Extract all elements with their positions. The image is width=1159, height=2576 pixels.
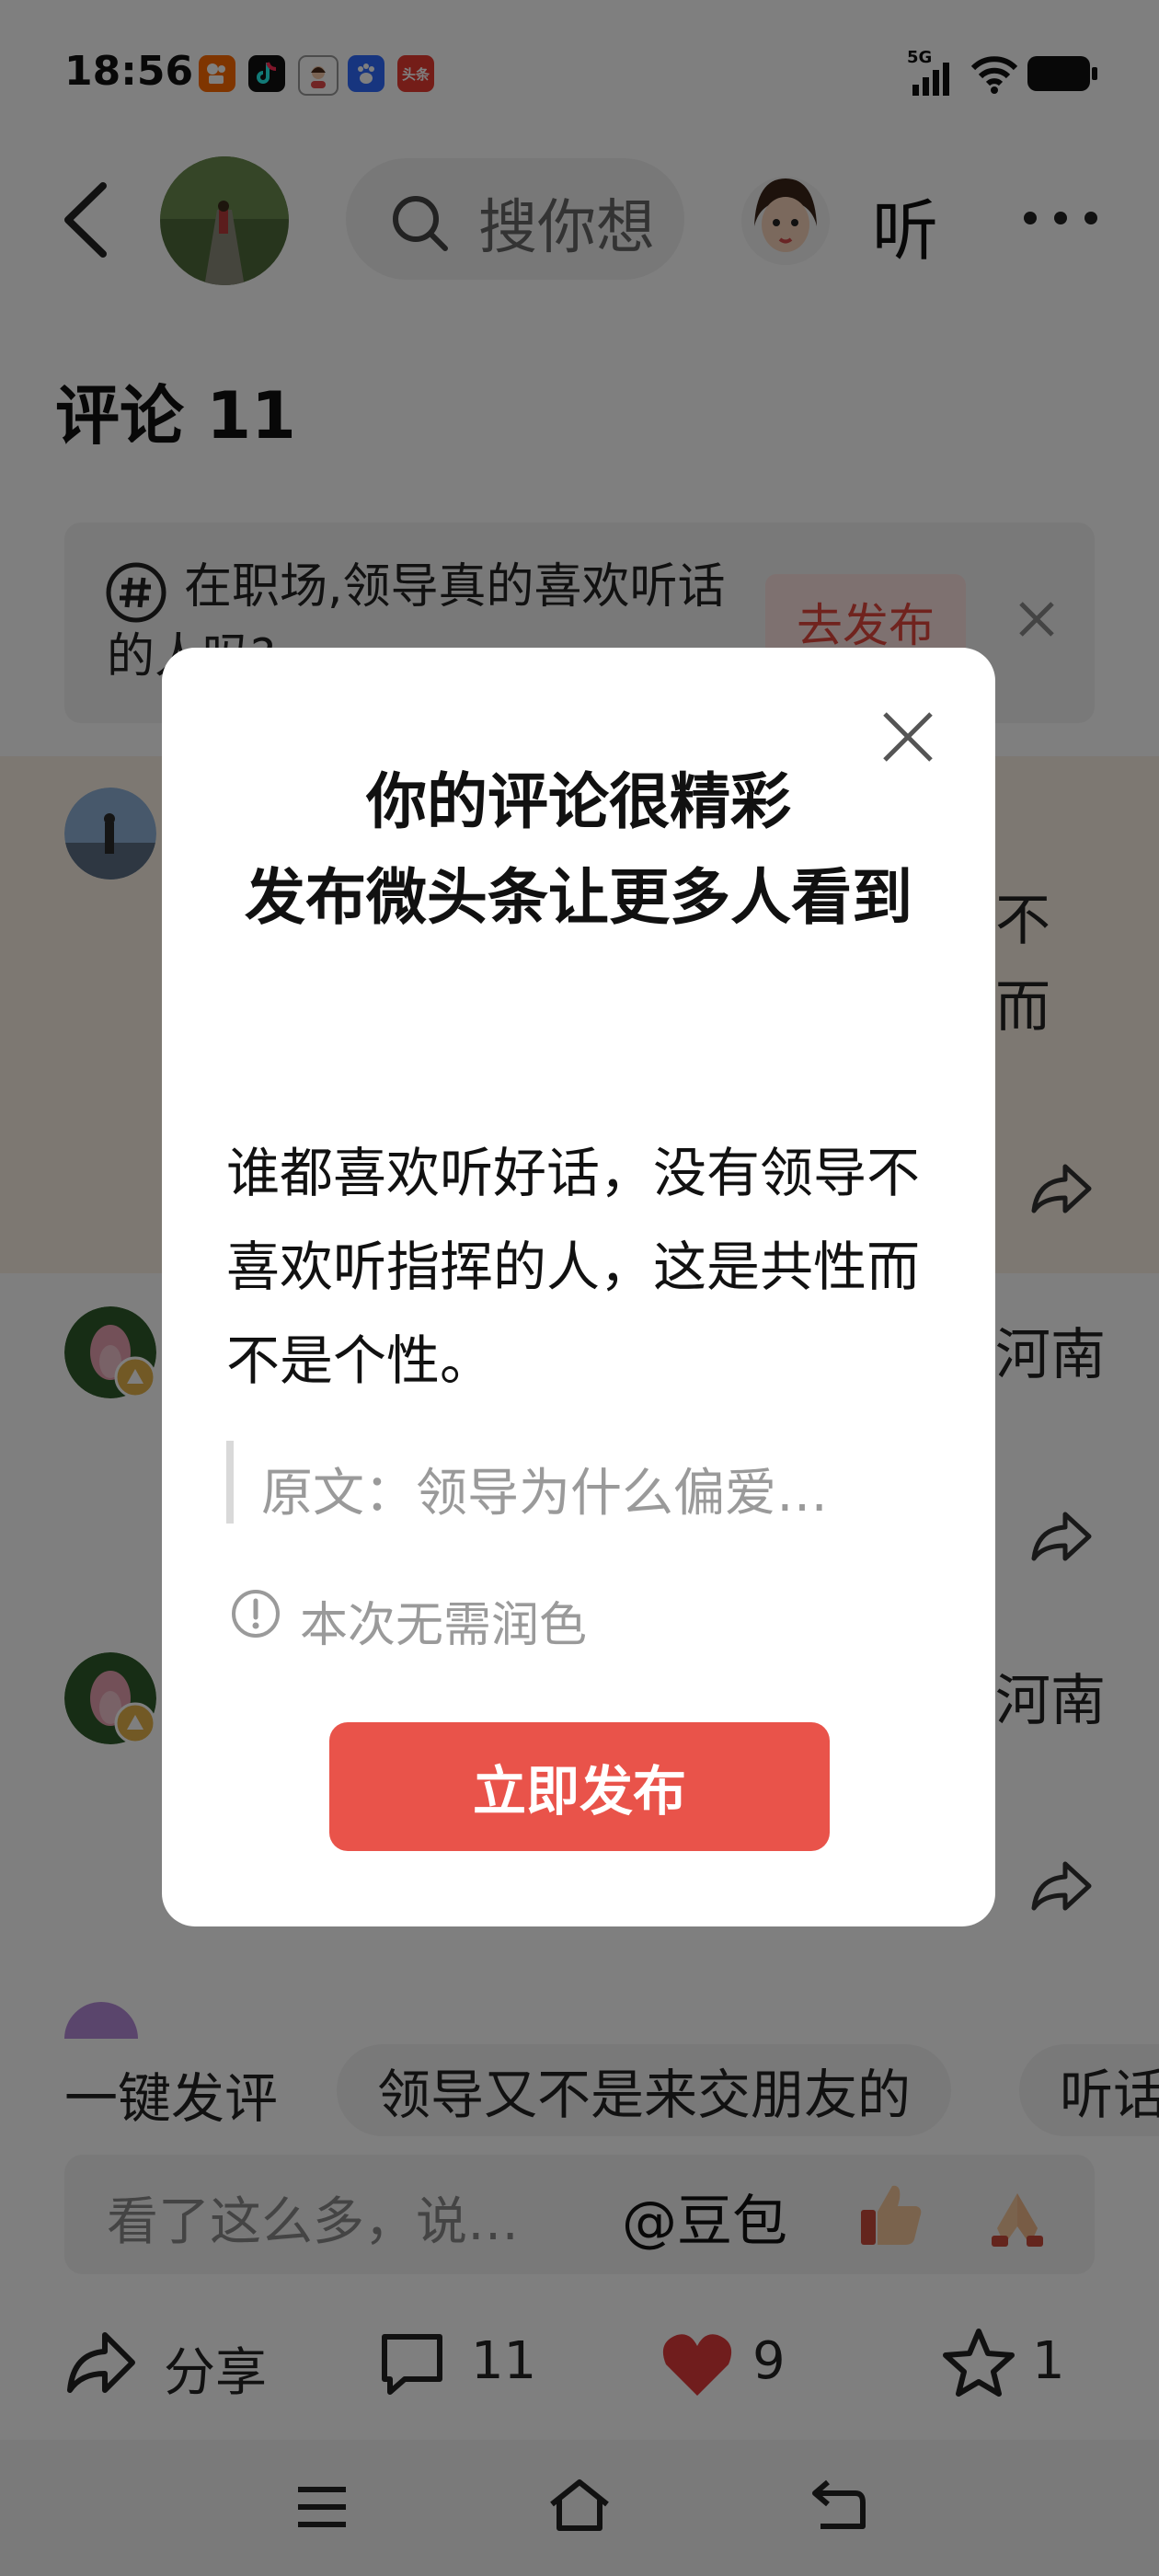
modal-comment-text: 谁都喜欢听好话，没有领导不喜欢听指挥的人，这是共性而不是个性。 xyxy=(226,1142,921,1392)
modal-title-line: 发布微头条让更多人看到 xyxy=(245,862,912,933)
publish-now-button[interactable]: 立即发布 xyxy=(329,1722,830,1851)
modal-title: 你的评论很精彩 发布微头条让更多人看到 xyxy=(202,754,955,946)
polish-hint: 本次无需润色 xyxy=(300,1598,588,1653)
original-article-quote: 原文：领导为什么偏爱… xyxy=(261,1464,828,1524)
info-icon xyxy=(232,1590,280,1638)
quote-divider xyxy=(226,1441,234,1524)
modal-title-line: 你的评论很精彩 xyxy=(366,766,791,837)
